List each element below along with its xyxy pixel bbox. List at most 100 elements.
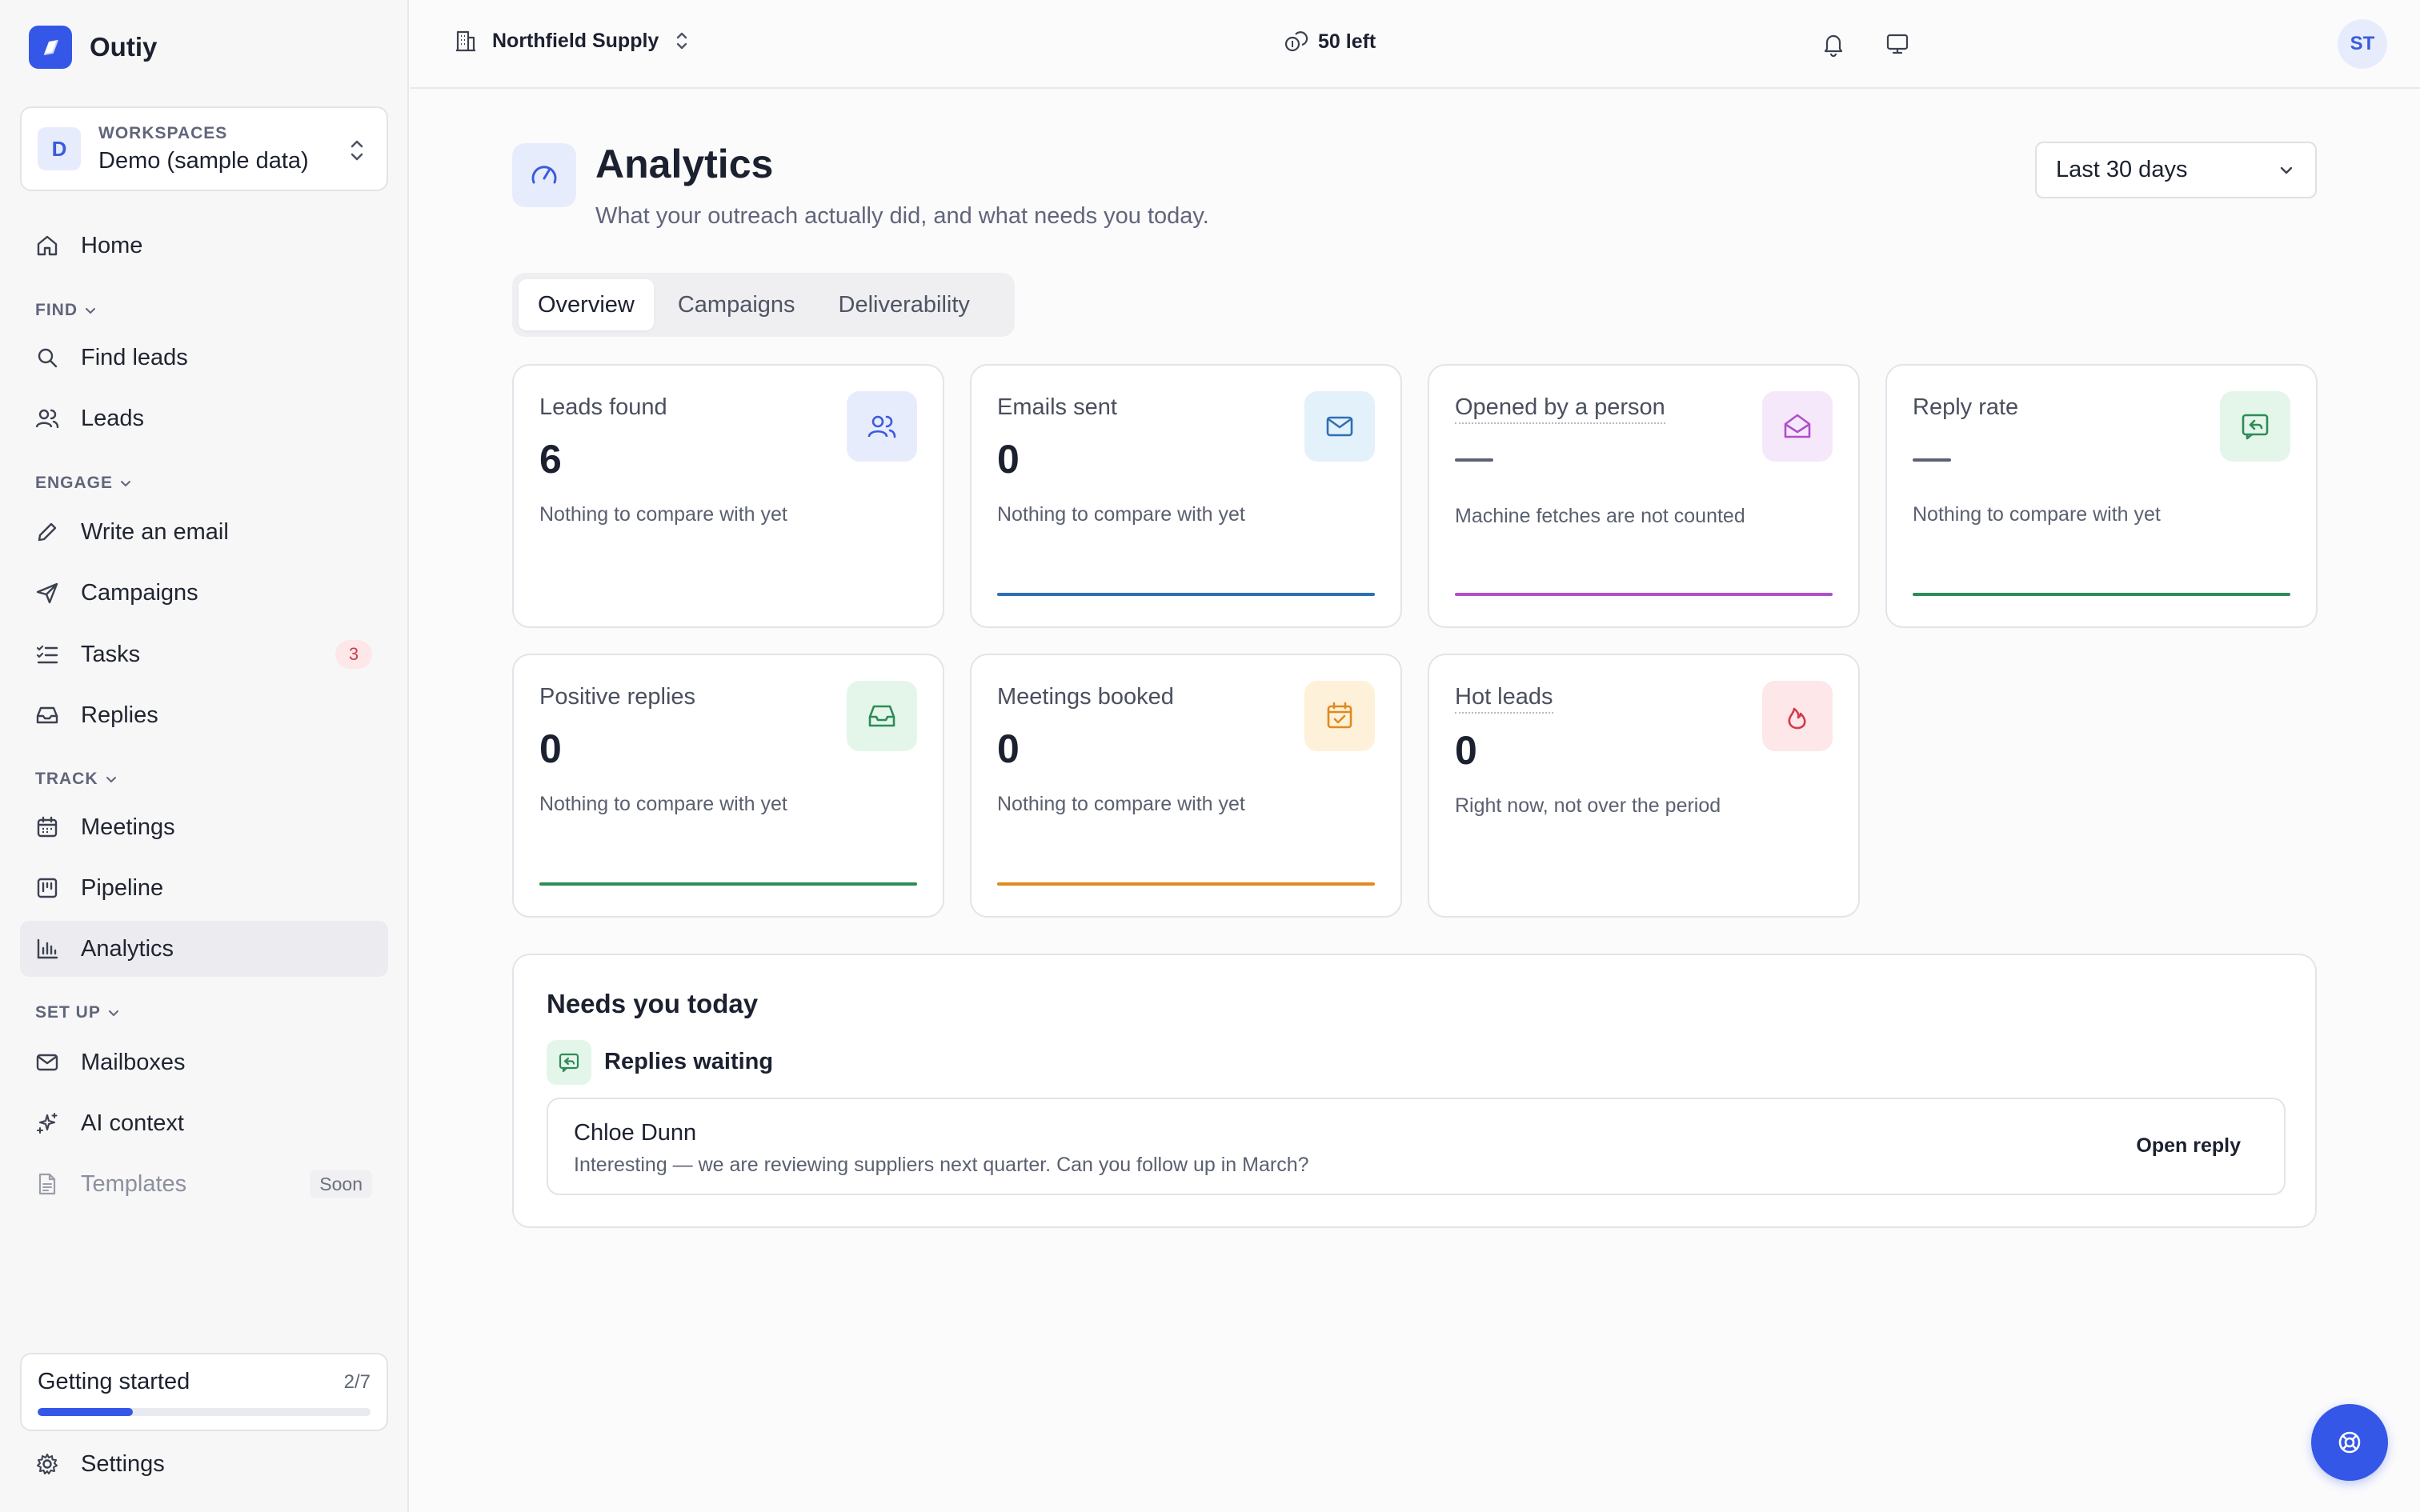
stat-label: Positive replies — [539, 684, 696, 710]
stat-note: Machine fetches are not counted — [1455, 505, 1745, 527]
sidebar-item-replies[interactable]: Replies — [20, 687, 388, 743]
sidebar-item-settings[interactable]: Settings — [20, 1436, 388, 1492]
reply-icon — [2220, 391, 2290, 462]
sidebar-item-label: AI context — [81, 1110, 184, 1136]
organization-switcher[interactable]: Northfield Supply — [454, 29, 691, 53]
tasks-count-badge: 3 — [335, 640, 372, 669]
brand-name: Outiy — [90, 32, 158, 62]
stat-label: Opened by a person — [1455, 394, 1665, 424]
chevron-down-icon — [121, 481, 131, 487]
chevrons-up-down-icon — [351, 140, 363, 161]
section-header-engage[interactable]: ENGAGE — [35, 474, 132, 493]
coins-icon — [1284, 31, 1308, 52]
calendar-check-icon — [1304, 681, 1375, 751]
stat-value: 0 — [1455, 728, 1477, 773]
stat-card-reply-rate[interactable]: Reply rate Nothing to compare with yet — [1885, 364, 2318, 628]
sidebar-item-mailboxes[interactable]: Mailboxes — [20, 1034, 388, 1090]
top-bar: Northfield Supply 50 left ST — [411, 0, 2420, 89]
stat-label: Hot leads — [1455, 684, 1553, 714]
sidebar: Outiy D WORKSPACES Demo (sample data) Ho… — [0, 0, 409, 1512]
notifications-button[interactable] — [1818, 29, 1849, 59]
stat-label: Reply rate — [1913, 394, 2019, 420]
mail-open-icon — [1762, 391, 1833, 462]
section-header-track[interactable]: TRACK — [35, 770, 118, 789]
getting-started-progress — [38, 1408, 371, 1416]
sidebar-item-analytics[interactable]: Analytics — [20, 921, 388, 977]
sidebar-item-home[interactable]: Home — [20, 218, 388, 274]
help-button[interactable] — [2311, 1404, 2388, 1481]
section-header-label: ENGAGE — [35, 474, 114, 492]
life-buoy-icon — [2338, 1431, 2361, 1454]
bar-chart-icon — [34, 936, 60, 962]
sidebar-item-label: Pipeline — [81, 874, 164, 901]
stat-trend-line — [1455, 593, 1833, 596]
stat-note: Nothing to compare with yet — [539, 793, 787, 815]
calendar-icon — [34, 814, 60, 840]
reply-preview: Interesting — we are reviewing suppliers… — [574, 1154, 1309, 1176]
mail-icon — [34, 1050, 60, 1075]
stat-label: Emails sent — [997, 394, 1117, 420]
workspace-label: WORKSPACES — [98, 123, 228, 142]
getting-started-count: 2/7 — [343, 1370, 371, 1393]
sidebar-item-templates[interactable]: Templates Soon — [20, 1156, 388, 1212]
stat-card-leads-found[interactable]: Leads found 6 Nothing to compare with ye… — [512, 364, 944, 628]
stat-card-opened-by-person[interactable]: Opened by a person Machine fetches are n… — [1428, 364, 1860, 628]
reply-item[interactable]: Chloe Dunn Interesting — we are reviewin… — [547, 1098, 2286, 1195]
sidebar-item-label: Find leads — [81, 344, 188, 370]
workspace-name: Demo (sample data) — [98, 147, 309, 174]
sidebar-item-label: Templates — [81, 1170, 187, 1197]
stat-value: 6 — [539, 437, 562, 482]
getting-started-card[interactable]: Getting started 2/7 — [20, 1353, 388, 1431]
sidebar-item-meetings[interactable]: Meetings — [20, 799, 388, 855]
kanban-icon — [34, 875, 60, 901]
stat-note: Nothing to compare with yet — [539, 503, 787, 526]
credits-indicator[interactable]: 50 left — [1283, 29, 1376, 54]
sidebar-item-write-email[interactable]: Write an email — [20, 504, 388, 560]
stat-card-positive-replies[interactable]: Positive replies 0 Nothing to compare wi… — [512, 654, 944, 918]
tab-deliverability[interactable]: Deliverability — [819, 279, 989, 330]
sidebar-item-campaigns[interactable]: Campaigns — [20, 565, 388, 621]
stat-empty-dash — [1913, 458, 1951, 462]
users-icon — [847, 391, 917, 462]
sidebar-item-label: Meetings — [81, 814, 175, 840]
stat-trend-line — [1913, 593, 2290, 596]
reply-icon — [547, 1040, 591, 1085]
workspace-switcher[interactable]: D WORKSPACES Demo (sample data) — [20, 106, 388, 191]
display-mode-button[interactable] — [1882, 29, 1913, 59]
stat-trend-line — [997, 593, 1375, 596]
sidebar-item-label: Home — [81, 232, 143, 258]
section-header-label: SET UP — [35, 1003, 101, 1022]
section-header-find[interactable]: FIND — [35, 301, 97, 320]
stat-card-meetings-booked[interactable]: Meetings booked 0 Nothing to compare wit… — [970, 654, 1402, 918]
stat-card-emails-sent[interactable]: Emails sent 0 Nothing to compare with ye… — [970, 364, 1402, 628]
stat-note: Nothing to compare with yet — [1913, 503, 2161, 526]
user-avatar[interactable]: ST — [2338, 19, 2387, 69]
date-range-select[interactable]: Last 30 days — [2035, 142, 2317, 198]
flame-icon — [1762, 681, 1833, 751]
section-header-setup[interactable]: SET UP — [35, 1003, 120, 1022]
chevron-down-icon — [86, 308, 95, 314]
stat-note: Right now, not over the period — [1455, 794, 1721, 817]
sidebar-item-pipeline[interactable]: Pipeline — [20, 860, 388, 916]
list-checks-icon — [34, 642, 60, 667]
needs-you-today-panel: Needs you today Replies waiting Chloe Du… — [512, 954, 2317, 1228]
tab-overview[interactable]: Overview — [519, 279, 654, 330]
file-text-icon — [34, 1171, 60, 1197]
sidebar-item-label: Replies — [81, 702, 158, 728]
sparkles-icon — [34, 1110, 60, 1136]
open-reply-button[interactable]: Open reply — [2136, 1134, 2241, 1158]
gauge-icon — [512, 143, 576, 207]
inbox-icon — [34, 702, 60, 728]
stat-empty-dash — [1455, 458, 1493, 462]
page-subtitle: What your outreach actually did, and wha… — [595, 203, 1209, 229]
brand[interactable]: Outiy — [29, 26, 157, 69]
sidebar-item-ai-context[interactable]: AI context — [20, 1095, 388, 1151]
sidebar-item-leads[interactable]: Leads — [20, 390, 388, 446]
stat-card-hot-leads[interactable]: Hot leads 0 Right now, not over the peri… — [1428, 654, 1860, 918]
stat-trend-line — [997, 882, 1375, 886]
tab-campaigns[interactable]: Campaigns — [659, 279, 815, 330]
sidebar-item-find-leads[interactable]: Find leads — [20, 330, 388, 386]
sidebar-item-tasks[interactable]: Tasks 3 — [20, 626, 388, 682]
stat-value: 0 — [539, 726, 562, 771]
organization-name: Northfield Supply — [492, 29, 659, 52]
